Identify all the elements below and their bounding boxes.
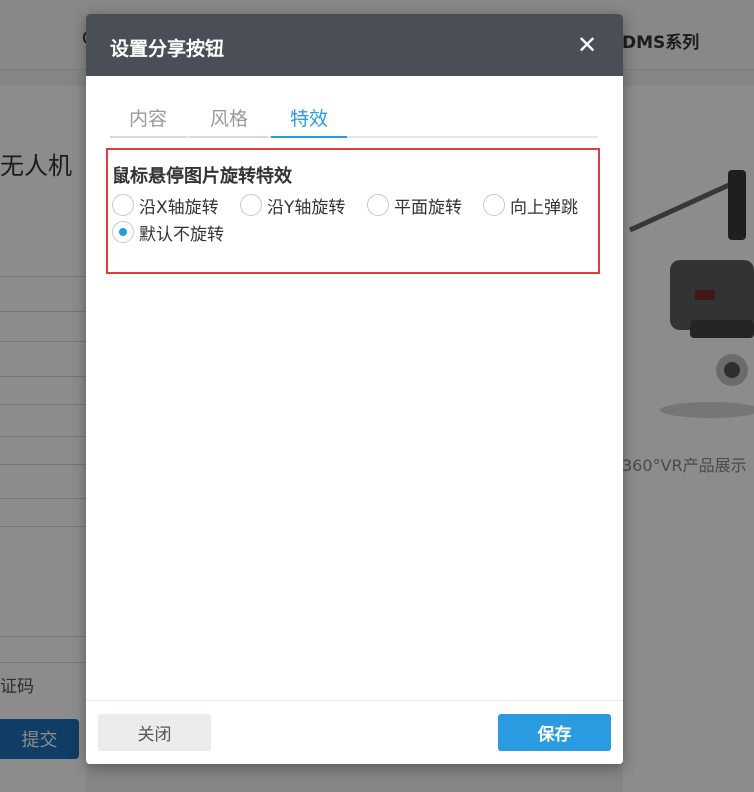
close-button[interactable]: 关闭 bbox=[98, 714, 211, 751]
close-icon[interactable]: ✕ bbox=[574, 32, 600, 58]
radio-label: 沿Y轴旋转 bbox=[267, 197, 346, 218]
radio-label: 默认不旋转 bbox=[139, 224, 224, 245]
dialog-header: 设置分享按钮 ✕ bbox=[86, 14, 623, 76]
share-button-settings-dialog: 设置分享按钮 ✕ 内容 风格 特效 鼠标悬停图片旋转特效 沿X轴旋转 沿Y轴旋转… bbox=[86, 14, 623, 764]
hover-rotate-effect-section: 鼠标悬停图片旋转特效 沿X轴旋转 沿Y轴旋转 平面旋转 向上弹跳 默认不旋转 bbox=[106, 148, 600, 274]
section-title: 鼠标悬停图片旋转特效 bbox=[112, 166, 292, 187]
radio-button[interactable] bbox=[112, 194, 134, 216]
dialog-title: 设置分享按钮 bbox=[110, 38, 225, 60]
radio-label: 沿X轴旋转 bbox=[139, 197, 219, 218]
radio-bounce-up[interactable]: 向上弹跳 bbox=[483, 192, 578, 218]
radio-no-rotate[interactable]: 默认不旋转 bbox=[112, 219, 224, 245]
radio-button[interactable] bbox=[367, 194, 389, 216]
radio-label: 向上弹跳 bbox=[510, 197, 578, 218]
radio-button[interactable] bbox=[240, 194, 262, 216]
tab-style[interactable]: 风格 bbox=[191, 104, 267, 138]
tab-effects[interactable]: 特效 bbox=[271, 104, 347, 138]
tab-content[interactable]: 内容 bbox=[110, 104, 186, 138]
radio-button[interactable] bbox=[483, 194, 505, 216]
dialog-tabs: 内容 风格 特效 bbox=[110, 104, 598, 138]
radio-label: 平面旋转 bbox=[394, 197, 462, 218]
radio-button-checked[interactable] bbox=[112, 221, 134, 243]
radio-rotate-x[interactable]: 沿X轴旋转 bbox=[112, 192, 219, 218]
dialog-footer: 关闭 保存 bbox=[86, 700, 623, 764]
radio-rotate-plane[interactable]: 平面旋转 bbox=[367, 192, 462, 218]
save-button[interactable]: 保存 bbox=[498, 714, 611, 751]
radio-rotate-y[interactable]: 沿Y轴旋转 bbox=[240, 192, 345, 218]
